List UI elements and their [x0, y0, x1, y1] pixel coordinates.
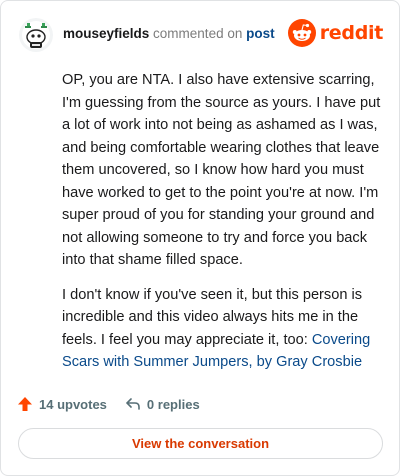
comment-header: mouseyfields commented on post reddit: [17, 15, 383, 55]
comment-body: OP, you are NTA. I also have extensive s…: [62, 69, 384, 386]
upvote-arrow-icon: [18, 397, 32, 411]
reddit-logo[interactable]: reddit: [287, 19, 384, 47]
replies-stat[interactable]: 0 replies: [125, 396, 200, 412]
view-conversation-button[interactable]: View the conversation: [18, 428, 383, 459]
replies-count: 0 replies: [146, 396, 200, 412]
action-text: commented on: [153, 26, 243, 41]
upvotes-count: 14 upvotes: [39, 396, 107, 412]
reddit-snoo-icon: [287, 19, 316, 47]
comment-paragraph: I don't know if you've seen it, but this…: [62, 284, 384, 374]
upvotes-stat[interactable]: 14 upvotes: [17, 396, 107, 412]
snoo-avatar[interactable]: [19, 18, 53, 52]
embedded-comment-card: mouseyfields commented on post reddit OP…: [0, 0, 400, 476]
reply-arrow-icon: [126, 398, 140, 410]
comment-byline: mouseyfields commented on post: [63, 25, 275, 43]
comment-paragraph: OP, you are NTA. I also have extensive s…: [62, 72, 381, 268]
comment-footer: 14 upvotes 0 replies: [17, 393, 200, 415]
avatar-icon: [22, 21, 50, 49]
username-link[interactable]: mouseyfields: [63, 26, 149, 41]
post-link[interactable]: post: [246, 26, 275, 41]
brand-wordmark: reddit: [319, 22, 384, 44]
